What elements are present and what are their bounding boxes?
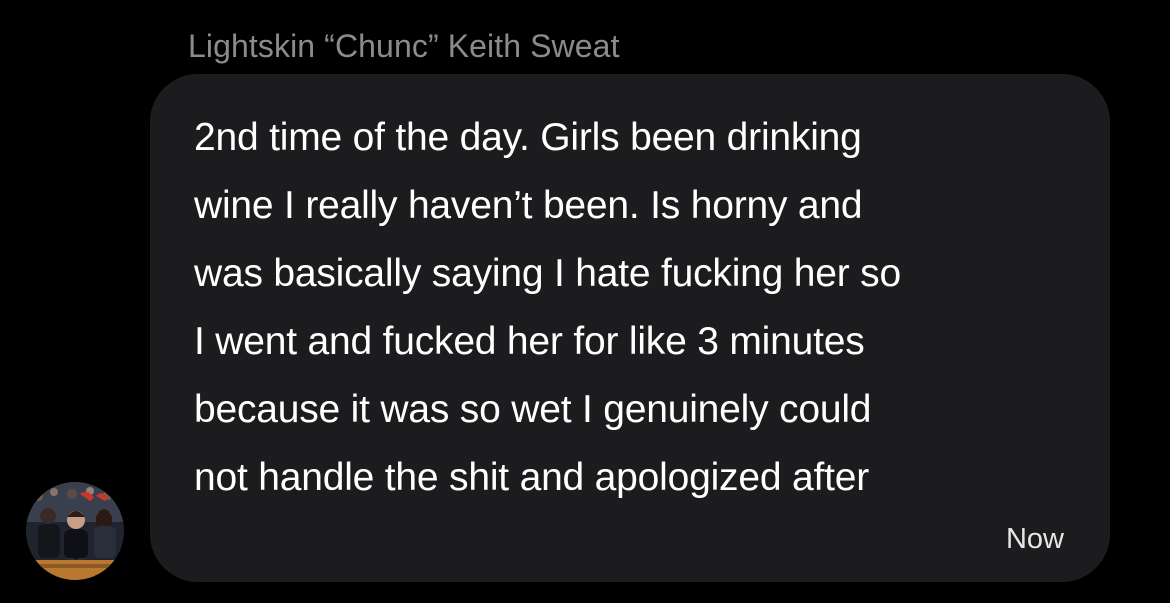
avatar[interactable]	[26, 482, 124, 580]
message-line: not handle the shit and apologized after	[194, 456, 870, 499]
message-line: I went and fucked her for like 3 minutes	[194, 320, 865, 363]
message-timestamp: Now	[1005, 523, 1064, 555]
message-line: because it was so wet I genuinely could	[194, 388, 872, 431]
message-line: was basically saying I hate fucking her …	[194, 252, 901, 295]
message-text: 2nd time of the day. Girls been drinking…	[194, 104, 1074, 512]
message-line: 2nd time of the day. Girls been drinking	[194, 116, 862, 159]
sender-name: Lightskin “Chunc” Keith Sweat	[188, 28, 620, 64]
message-bubble[interactable]: 2nd time of the day. Girls been drinking…	[150, 74, 1110, 582]
message-line: wine I really haven’t been. Is horny and	[194, 184, 863, 227]
crowd-photo-avatar-icon	[26, 482, 124, 580]
